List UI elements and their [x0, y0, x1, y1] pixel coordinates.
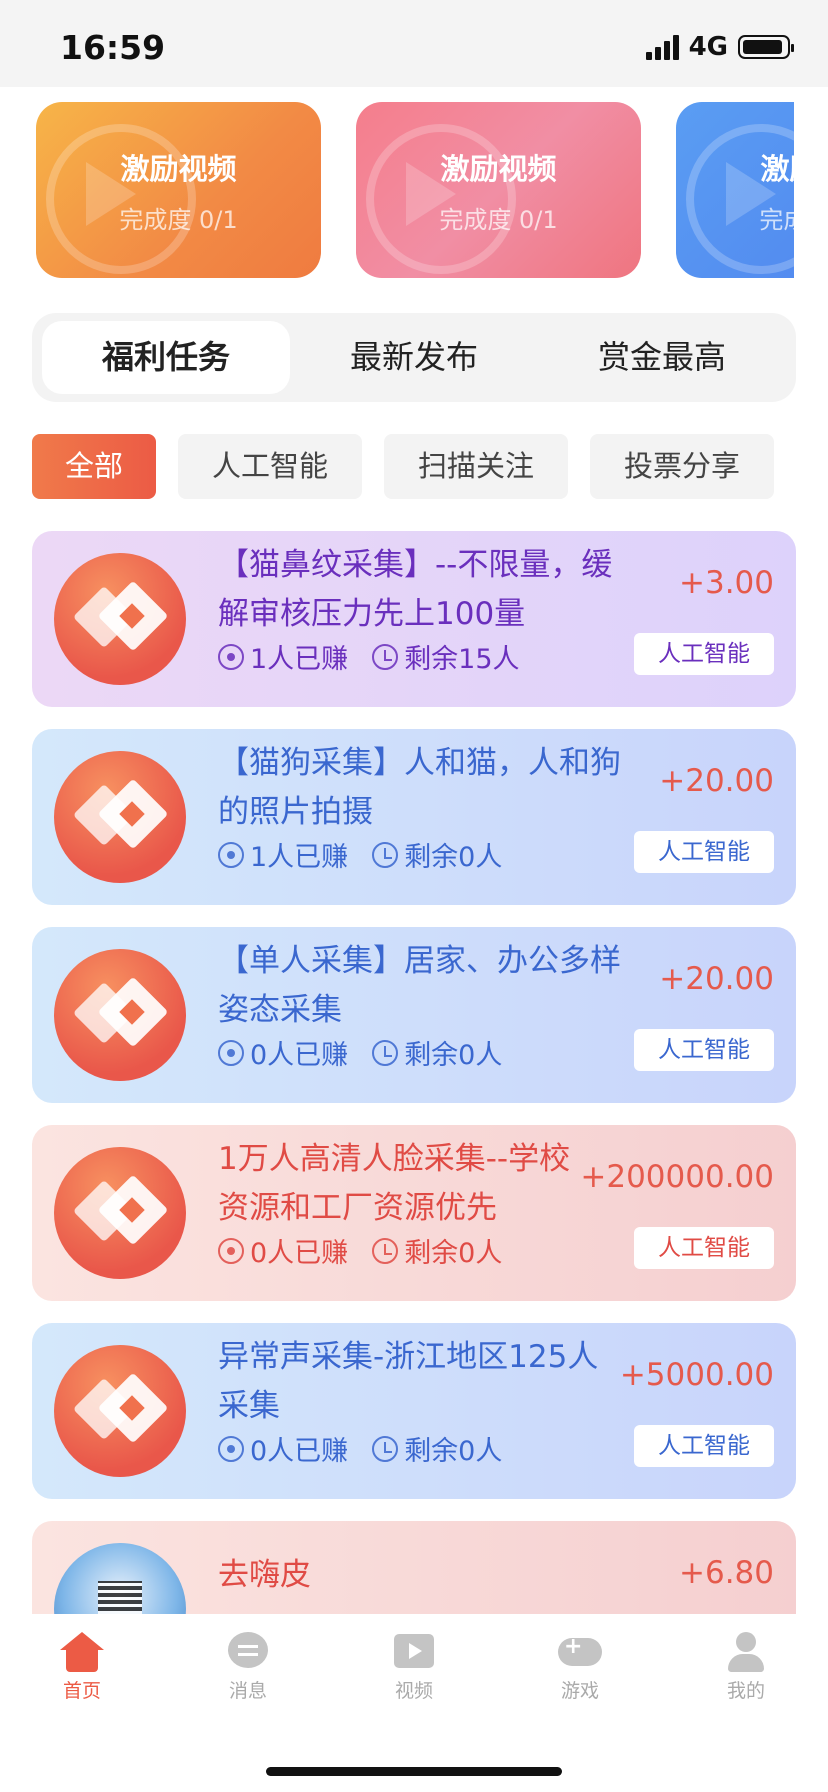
- task-meta: 1人已赚 剩余0人: [218, 835, 502, 874]
- clock-icon: [372, 1237, 399, 1264]
- status-icons: 4G: [645, 32, 794, 62]
- target-icon: [218, 1039, 244, 1066]
- task-earned: 0人已赚: [250, 1238, 349, 1269]
- category-all[interactable]: 全部: [32, 434, 156, 499]
- task-card[interactable]: 【单人采集】居家、办公多样姿态采集 0人已赚 剩余0人 +20.00 人工智能: [32, 927, 796, 1103]
- task-reward: +20.00: [659, 763, 774, 799]
- task-tag: 人工智能: [634, 1029, 774, 1071]
- clock-icon: [372, 1435, 399, 1462]
- category-ai[interactable]: 人工智能: [178, 434, 362, 499]
- task-remaining: 剩余0人: [404, 1238, 503, 1269]
- task-card[interactable]: 异常声采集-浙江地区125人采集 0人已赚 剩余0人 +5000.00 人工智能: [32, 1323, 796, 1499]
- video-card[interactable]: 激励视频 完成度 0/1: [356, 102, 641, 278]
- nav-label: 我的: [726, 1680, 765, 1702]
- task-title: 【猫鼻纹采集】--不限量，缓解审核压力先上100量: [218, 547, 613, 632]
- video-card-title: 激励视频: [440, 152, 557, 186]
- task-meta: 0人已赚 剩余0人: [218, 1429, 502, 1468]
- task-meta: 0人已赚 剩余0人: [218, 1033, 502, 1072]
- message-icon: [226, 1632, 270, 1672]
- task-tag: 人工智能: [634, 831, 774, 873]
- task-remaining: 剩余0人: [404, 1040, 503, 1071]
- target-icon: [218, 1435, 244, 1462]
- video-card-title: 激励视频: [120, 152, 237, 186]
- nav-label: 消息: [228, 1680, 267, 1702]
- task-card[interactable]: 【猫狗采集】人和猫，人和狗的照片拍摄 1人已赚 剩余0人 +20.00 人工智能: [32, 729, 796, 905]
- task-logo-icon: [54, 1345, 186, 1477]
- video-card-title: 激励视频: [760, 152, 794, 186]
- clock-icon: [372, 841, 399, 868]
- task-title: 1万人高清人脸采集--学校资源和工厂资源优先: [218, 1141, 571, 1226]
- target-icon: [218, 841, 244, 868]
- task-logo-icon: [54, 553, 186, 685]
- task-logo-icon: [54, 1147, 186, 1279]
- video-card[interactable]: 激励视频 完成度 0/1: [36, 102, 321, 278]
- task-meta: 0人已赚 剩余0人: [218, 1231, 502, 1270]
- task-tag: 人工智能: [634, 633, 774, 675]
- category-vote-share[interactable]: 投票分享: [590, 434, 774, 499]
- category-scan-follow[interactable]: 扫描关注: [384, 434, 568, 499]
- video-card-progress: 完成度 0/1: [119, 206, 238, 234]
- video-card-progress: 完成度 0/1: [759, 206, 794, 234]
- task-title: 去嗨皮: [218, 1557, 311, 1593]
- task-earned: 1人已赚: [250, 842, 349, 873]
- home-indicator[interactable]: [266, 1767, 562, 1776]
- task-reward: +3.00: [679, 565, 774, 601]
- gamepad-icon: [558, 1632, 602, 1672]
- task-title: 【单人采集】居家、办公多样姿态采集: [218, 943, 621, 1028]
- task-meta: 1人已赚 剩余15人: [218, 637, 520, 676]
- user-icon: [724, 1632, 768, 1672]
- task-reward: +6.80: [679, 1555, 774, 1591]
- tab-welfare-tasks[interactable]: 福利任务: [42, 321, 290, 394]
- video-icon: [392, 1632, 436, 1672]
- home-icon: [60, 1632, 104, 1672]
- task-reward: +5000.00: [619, 1357, 774, 1393]
- nav-video[interactable]: 视频: [364, 1632, 464, 1703]
- task-earned: 1人已赚: [250, 644, 349, 675]
- signal-icon: [645, 34, 679, 60]
- nav-label: 游戏: [560, 1680, 599, 1702]
- battery-icon: [738, 35, 794, 59]
- task-reward: +200000.00: [580, 1159, 774, 1195]
- task-earned: 0人已赚: [250, 1436, 349, 1467]
- tab-highest-reward[interactable]: 赏金最高: [538, 321, 786, 394]
- nav-label: 视频: [394, 1680, 433, 1702]
- task-title: 【猫狗采集】人和猫，人和狗的照片拍摄: [218, 745, 621, 830]
- task-tag: 人工智能: [634, 1227, 774, 1269]
- tab-latest[interactable]: 最新发布: [290, 321, 538, 394]
- task-tabs: 福利任务 最新发布 赏金最高: [32, 313, 796, 402]
- task-reward: +20.00: [659, 961, 774, 997]
- status-bar: 16:59 4G: [0, 0, 828, 87]
- video-card-carousel[interactable]: 激励视频 完成度 0/1 激励视频 完成度 0/1 激励视频 完成度 0/1: [0, 102, 794, 278]
- bottom-nav: 首页 消息 视频 游戏 我的: [0, 1614, 828, 1792]
- video-card-progress: 完成度 0/1: [439, 206, 558, 234]
- task-logo-icon: [54, 751, 186, 883]
- clock-icon: [372, 643, 399, 670]
- nav-games[interactable]: 游戏: [530, 1632, 630, 1703]
- nav-mine[interactable]: 我的: [696, 1632, 796, 1703]
- task-tag: 人工智能: [634, 1425, 774, 1467]
- task-logo-icon: [54, 949, 186, 1081]
- video-card[interactable]: 激励视频 完成度 0/1: [676, 102, 794, 278]
- task-remaining: 剩余15人: [404, 644, 520, 675]
- status-time: 16:59: [60, 28, 166, 67]
- task-earned: 0人已赚: [250, 1040, 349, 1071]
- target-icon: [218, 1237, 244, 1264]
- nav-messages[interactable]: 消息: [198, 1632, 298, 1703]
- network-label: 4G: [688, 32, 728, 62]
- target-icon: [218, 643, 244, 670]
- task-card[interactable]: 【猫鼻纹采集】--不限量，缓解审核压力先上100量 1人已赚 剩余15人 +3.…: [32, 531, 796, 707]
- task-card[interactable]: 1万人高清人脸采集--学校资源和工厂资源优先 0人已赚 剩余0人 +200000…: [32, 1125, 796, 1301]
- nav-label: 首页: [62, 1680, 101, 1702]
- clock-icon: [372, 1039, 399, 1066]
- nav-home[interactable]: 首页: [32, 1632, 132, 1703]
- task-remaining: 剩余0人: [404, 842, 503, 873]
- task-title: 异常声采集-浙江地区125人采集: [218, 1339, 599, 1424]
- task-remaining: 剩余0人: [404, 1436, 503, 1467]
